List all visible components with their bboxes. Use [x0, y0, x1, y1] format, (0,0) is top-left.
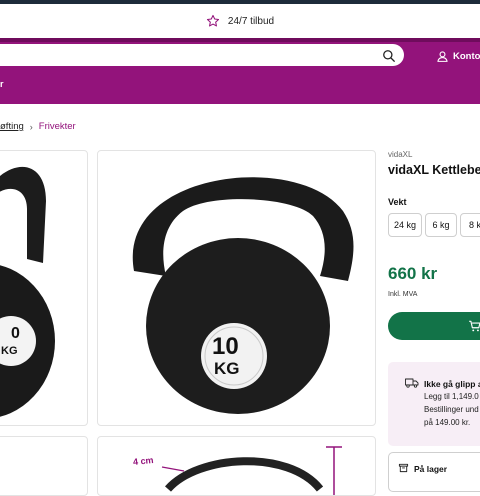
left-weight-number: 0 — [11, 325, 20, 342]
main-weight-unit: KG — [214, 359, 240, 378]
product-price: 660 kr — [388, 264, 438, 283]
dimension-label: 4 cm — [132, 454, 154, 468]
star-icon — [206, 14, 219, 27]
weight-option-8kg[interactable]: 8 k — [460, 213, 480, 237]
chevron-right-icon: › — [29, 121, 33, 132]
add-to-cart-button[interactable] — [388, 312, 480, 340]
product-title: vidaXL Kettlebe — [388, 163, 480, 177]
breadcrumb-parent[interactable]: øfting — [0, 121, 24, 132]
brand-name[interactable]: vidaXL — [388, 150, 412, 159]
weight-label: Vekt — [388, 197, 407, 207]
promo-text: 24/7 tilbud — [227, 15, 275, 27]
weight-option-24kg[interactable]: 24 kg — [388, 213, 422, 237]
package-icon — [398, 463, 409, 473]
free-shipping-line: på 149.00 kr. — [424, 418, 471, 427]
product-image-main[interactable]: 10 KG — [97, 150, 376, 426]
main-weight-number: 10 — [212, 333, 239, 360]
category-menu-button[interactable]: r — [0, 79, 4, 89]
free-shipping-box — [388, 362, 480, 446]
left-weight-unit: KG — [1, 345, 18, 357]
search-icon[interactable] — [382, 49, 396, 63]
cart-icon — [469, 320, 480, 332]
search-input[interactable] — [0, 44, 404, 66]
user-icon — [437, 51, 448, 62]
free-shipping-line: Bestillinger und — [424, 405, 479, 414]
vat-note: Inkl. MVA — [388, 291, 418, 298]
weight-option-6kg[interactable]: 6 kg — [425, 213, 457, 237]
stock-status-label: På lager — [414, 464, 448, 474]
breadcrumb-current[interactable]: Frivekter — [39, 121, 76, 132]
account-label: Konto — [453, 51, 480, 62]
kettlebell-image — [0, 166, 55, 417]
dimension-drawing — [161, 446, 342, 495]
breadcrumb: øfting › Frivekter — [0, 121, 76, 132]
truck-icon — [405, 378, 419, 388]
free-shipping-title: Ikke gå glipp a — [424, 379, 480, 389]
product-thumb-bottom-left[interactable] — [0, 436, 88, 496]
header-accent-strip — [0, 38, 480, 42]
free-shipping-line: Legg til 1,149.0 — [424, 392, 479, 401]
account-link[interactable]: Konto — [436, 50, 480, 63]
product-image-left[interactable]: 0 KG — [0, 150, 88, 426]
promo-banner[interactable]: 24/7 tilbud — [0, 4, 480, 38]
kettlebell-image — [132, 177, 354, 414]
